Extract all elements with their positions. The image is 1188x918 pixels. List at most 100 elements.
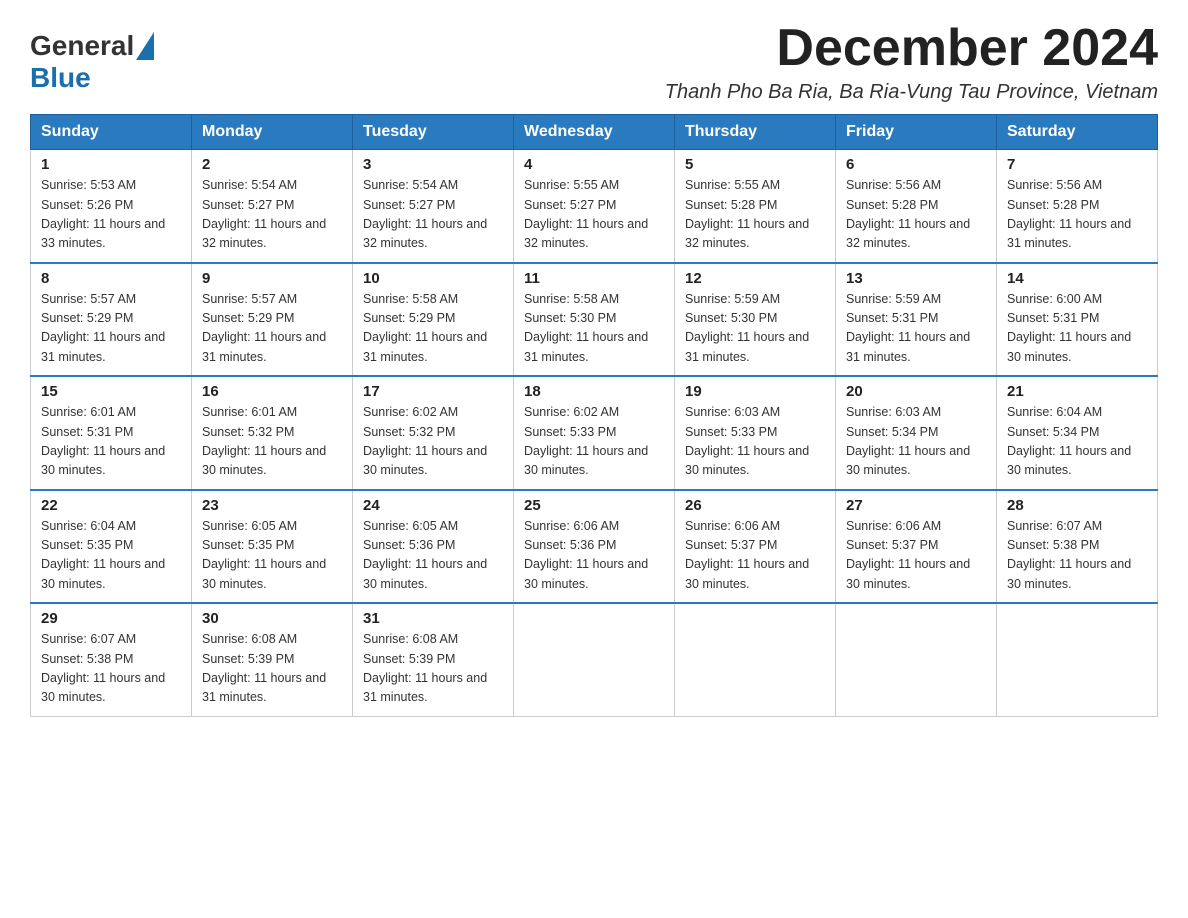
day-cell: 11 Sunrise: 5:58 AMSunset: 5:30 PMDaylig… [514,263,675,377]
day-number: 13 [846,270,986,287]
week-row-2: 8 Sunrise: 5:57 AMSunset: 5:29 PMDayligh… [31,263,1158,377]
day-detail: Sunrise: 5:59 AMSunset: 5:31 PMDaylight:… [846,290,986,368]
day-cell [514,603,675,716]
day-detail: Sunrise: 6:04 AMSunset: 5:34 PMDaylight:… [1007,403,1147,481]
day-number: 27 [846,497,986,514]
header-saturday: Saturday [997,115,1158,150]
day-number: 15 [41,383,181,400]
header-friday: Friday [836,115,997,150]
day-cell [675,603,836,716]
day-detail: Sunrise: 5:57 AMSunset: 5:29 PMDaylight:… [41,290,181,368]
day-number: 30 [202,610,342,627]
day-cell: 16 Sunrise: 6:01 AMSunset: 5:32 PMDaylig… [192,376,353,490]
day-detail: Sunrise: 5:59 AMSunset: 5:30 PMDaylight:… [685,290,825,368]
day-cell [836,603,997,716]
day-cell: 28 Sunrise: 6:07 AMSunset: 5:38 PMDaylig… [997,490,1158,604]
day-number: 23 [202,497,342,514]
day-detail: Sunrise: 6:02 AMSunset: 5:32 PMDaylight:… [363,403,503,481]
day-detail: Sunrise: 6:01 AMSunset: 5:31 PMDaylight:… [41,403,181,481]
week-row-3: 15 Sunrise: 6:01 AMSunset: 5:31 PMDaylig… [31,376,1158,490]
week-row-4: 22 Sunrise: 6:04 AMSunset: 5:35 PMDaylig… [31,490,1158,604]
day-detail: Sunrise: 5:57 AMSunset: 5:29 PMDaylight:… [202,290,342,368]
header-thursday: Thursday [675,115,836,150]
day-cell: 12 Sunrise: 5:59 AMSunset: 5:30 PMDaylig… [675,263,836,377]
page-header: General Blue December 2024 Thanh Pho Ba … [30,20,1158,104]
day-number: 2 [202,156,342,173]
day-detail: Sunrise: 6:05 AMSunset: 5:35 PMDaylight:… [202,517,342,595]
day-cell: 6 Sunrise: 5:56 AMSunset: 5:28 PMDayligh… [836,150,997,263]
day-number: 24 [363,497,503,514]
day-number: 5 [685,156,825,173]
day-cell: 5 Sunrise: 5:55 AMSunset: 5:28 PMDayligh… [675,150,836,263]
day-detail: Sunrise: 5:53 AMSunset: 5:26 PMDaylight:… [41,176,181,254]
day-number: 29 [41,610,181,627]
day-cell: 13 Sunrise: 5:59 AMSunset: 5:31 PMDaylig… [836,263,997,377]
logo: General Blue [30,30,154,94]
day-detail: Sunrise: 6:08 AMSunset: 5:39 PMDaylight:… [202,630,342,708]
day-detail: Sunrise: 5:55 AMSunset: 5:27 PMDaylight:… [524,176,664,254]
day-number: 25 [524,497,664,514]
day-cell: 31 Sunrise: 6:08 AMSunset: 5:39 PMDaylig… [353,603,514,716]
day-cell: 4 Sunrise: 5:55 AMSunset: 5:27 PMDayligh… [514,150,675,263]
day-detail: Sunrise: 6:04 AMSunset: 5:35 PMDaylight:… [41,517,181,595]
day-number: 26 [685,497,825,514]
day-cell: 20 Sunrise: 6:03 AMSunset: 5:34 PMDaylig… [836,376,997,490]
logo-general-text: General [30,30,134,62]
day-cell: 21 Sunrise: 6:04 AMSunset: 5:34 PMDaylig… [997,376,1158,490]
day-number: 20 [846,383,986,400]
day-detail: Sunrise: 5:56 AMSunset: 5:28 PMDaylight:… [846,176,986,254]
day-cell: 10 Sunrise: 5:58 AMSunset: 5:29 PMDaylig… [353,263,514,377]
day-cell: 2 Sunrise: 5:54 AMSunset: 5:27 PMDayligh… [192,150,353,263]
day-cell: 17 Sunrise: 6:02 AMSunset: 5:32 PMDaylig… [353,376,514,490]
day-cell: 26 Sunrise: 6:06 AMSunset: 5:37 PMDaylig… [675,490,836,604]
weekday-header-row: Sunday Monday Tuesday Wednesday Thursday… [31,115,1158,150]
day-number: 18 [524,383,664,400]
day-number: 22 [41,497,181,514]
day-number: 4 [524,156,664,173]
day-detail: Sunrise: 5:58 AMSunset: 5:30 PMDaylight:… [524,290,664,368]
day-cell [997,603,1158,716]
day-number: 16 [202,383,342,400]
logo-triangle-icon [136,32,154,60]
day-detail: Sunrise: 6:02 AMSunset: 5:33 PMDaylight:… [524,403,664,481]
day-number: 31 [363,610,503,627]
day-number: 28 [1007,497,1147,514]
day-number: 6 [846,156,986,173]
day-detail: Sunrise: 6:03 AMSunset: 5:33 PMDaylight:… [685,403,825,481]
month-title: December 2024 [665,20,1158,77]
day-number: 19 [685,383,825,400]
day-number: 14 [1007,270,1147,287]
day-detail: Sunrise: 6:01 AMSunset: 5:32 PMDaylight:… [202,403,342,481]
day-detail: Sunrise: 5:54 AMSunset: 5:27 PMDaylight:… [202,176,342,254]
day-detail: Sunrise: 5:58 AMSunset: 5:29 PMDaylight:… [363,290,503,368]
day-detail: Sunrise: 6:07 AMSunset: 5:38 PMDaylight:… [1007,517,1147,595]
header-tuesday: Tuesday [353,115,514,150]
day-cell: 30 Sunrise: 6:08 AMSunset: 5:39 PMDaylig… [192,603,353,716]
week-row-1: 1 Sunrise: 5:53 AMSunset: 5:26 PMDayligh… [31,150,1158,263]
day-number: 12 [685,270,825,287]
day-cell: 23 Sunrise: 6:05 AMSunset: 5:35 PMDaylig… [192,490,353,604]
day-cell: 8 Sunrise: 5:57 AMSunset: 5:29 PMDayligh… [31,263,192,377]
day-detail: Sunrise: 5:56 AMSunset: 5:28 PMDaylight:… [1007,176,1147,254]
day-cell: 3 Sunrise: 5:54 AMSunset: 5:27 PMDayligh… [353,150,514,263]
day-cell: 29 Sunrise: 6:07 AMSunset: 5:38 PMDaylig… [31,603,192,716]
day-detail: Sunrise: 6:06 AMSunset: 5:36 PMDaylight:… [524,517,664,595]
day-number: 11 [524,270,664,287]
day-detail: Sunrise: 5:55 AMSunset: 5:28 PMDaylight:… [685,176,825,254]
day-cell: 22 Sunrise: 6:04 AMSunset: 5:35 PMDaylig… [31,490,192,604]
day-detail: Sunrise: 6:00 AMSunset: 5:31 PMDaylight:… [1007,290,1147,368]
day-cell: 24 Sunrise: 6:05 AMSunset: 5:36 PMDaylig… [353,490,514,604]
day-number: 1 [41,156,181,173]
header-monday: Monday [192,115,353,150]
day-cell: 27 Sunrise: 6:06 AMSunset: 5:37 PMDaylig… [836,490,997,604]
day-cell: 1 Sunrise: 5:53 AMSunset: 5:26 PMDayligh… [31,150,192,263]
day-detail: Sunrise: 6:08 AMSunset: 5:39 PMDaylight:… [363,630,503,708]
day-cell: 14 Sunrise: 6:00 AMSunset: 5:31 PMDaylig… [997,263,1158,377]
calendar-table: Sunday Monday Tuesday Wednesday Thursday… [30,114,1158,717]
day-cell: 19 Sunrise: 6:03 AMSunset: 5:33 PMDaylig… [675,376,836,490]
day-number: 8 [41,270,181,287]
day-detail: Sunrise: 6:05 AMSunset: 5:36 PMDaylight:… [363,517,503,595]
header-sunday: Sunday [31,115,192,150]
day-number: 3 [363,156,503,173]
day-detail: Sunrise: 6:03 AMSunset: 5:34 PMDaylight:… [846,403,986,481]
